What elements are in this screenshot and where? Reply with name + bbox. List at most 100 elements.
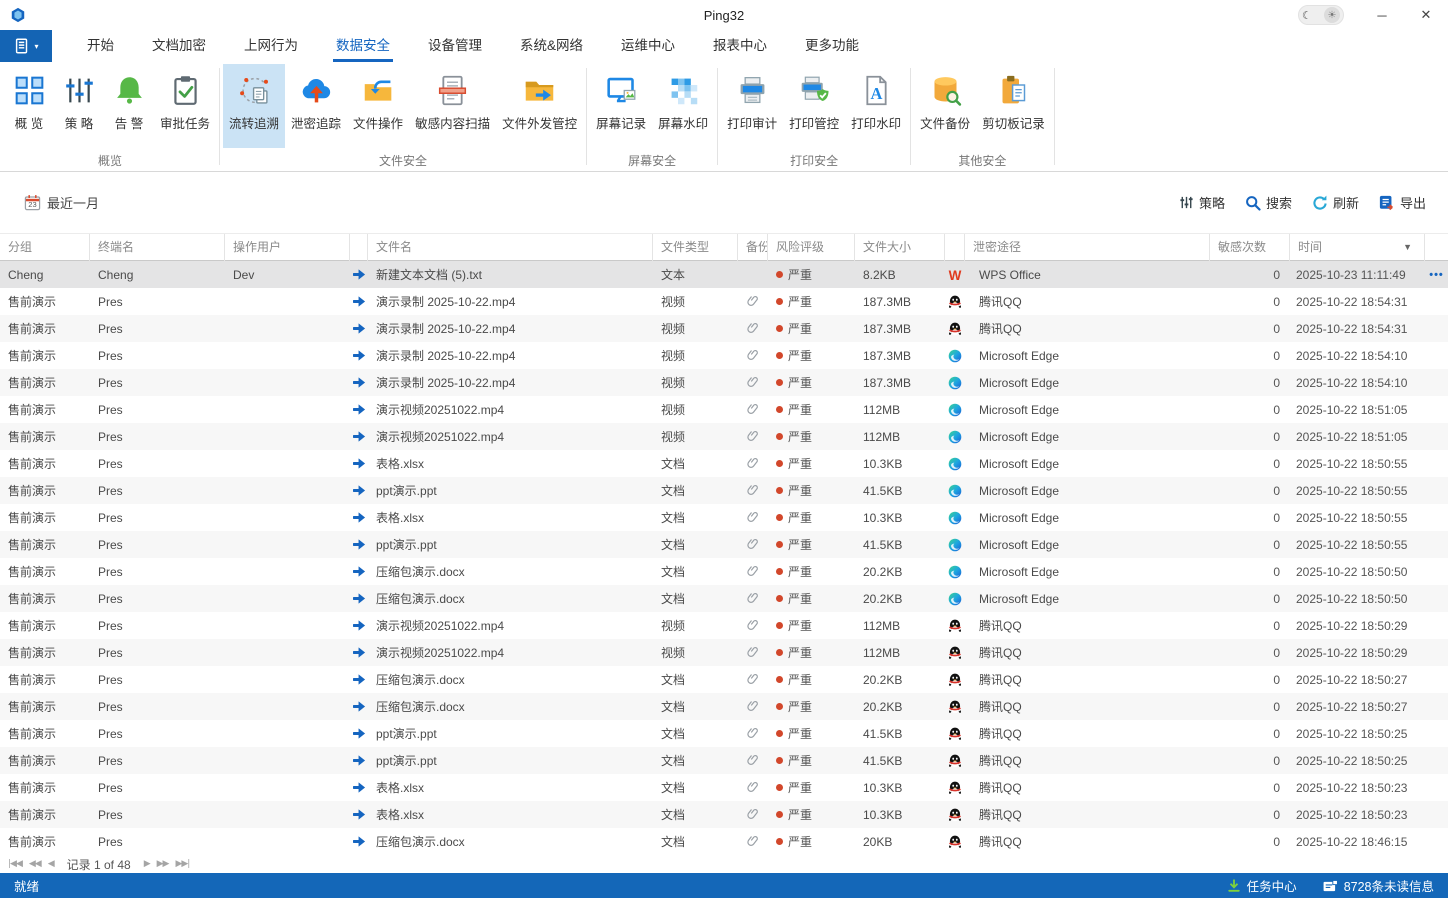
table-row[interactable]: 售前演示 Pres ppt演示.ppt 文档 严重 41.5KB 腾讯QQ 0 2025-10-… bbox=[0, 747, 1448, 774]
ribbon-file-outgoing-control-button[interactable]: 文件外发管控 bbox=[496, 64, 583, 148]
tab-home[interactable]: 开始 bbox=[68, 30, 133, 62]
theme-toggle[interactable]: ☾ ☀ bbox=[1298, 5, 1344, 25]
ribbon-screen-record-button[interactable]: 屏幕记录 bbox=[590, 64, 652, 148]
prev-fast-button[interactable]: ◀◀ bbox=[29, 859, 42, 869]
clipboard-check-icon bbox=[169, 70, 202, 110]
column-header-operator[interactable]: 操作用户 bbox=[225, 234, 350, 261]
column-header-actions[interactable] bbox=[1425, 234, 1448, 261]
table-row[interactable]: 售前演示 Pres ppt演示.ppt 文档 严重 41.5KB Microsoft Edg… bbox=[0, 531, 1448, 558]
cell-app-icon bbox=[945, 511, 965, 525]
tab-ops-center[interactable]: 运维中心 bbox=[602, 30, 694, 62]
table-row[interactable]: 售前演示 Pres 表格.xlsx 文档 严重 10.3KB 腾讯QQ 0 2025-10-22… bbox=[0, 801, 1448, 828]
refresh-button-label: 刷新 bbox=[1332, 196, 1359, 211]
ribbon-alert-button[interactable]: 告 警 bbox=[104, 64, 154, 148]
cell-filename: 新建文本文档 (5).txt bbox=[376, 268, 483, 282]
column-header-group[interactable]: 分组 bbox=[0, 234, 90, 261]
table-row[interactable]: 售前演示 Pres 演示视频20251022.mp4 视频 严重 112MB Microso… bbox=[0, 396, 1448, 423]
cell-filetype: 文档 bbox=[661, 457, 686, 471]
table-row[interactable]: 售前演示 Pres 演示视频20251022.mp4 视频 严重 112MB Microso… bbox=[0, 423, 1448, 450]
ribbon-approval-tasks-button[interactable]: 审批任务 bbox=[154, 64, 216, 148]
ribbon-print-audit-button[interactable]: 打印审计 bbox=[721, 64, 783, 148]
table-row[interactable]: 售前演示 Pres 演示录制 2025-10-22.mp4 视频 严重 187.3MB Mi… bbox=[0, 342, 1448, 369]
ribbon-print-control-button[interactable]: 打印管控 bbox=[783, 64, 845, 148]
cell-channel: Microsoft Edge bbox=[979, 564, 1060, 579]
tab-device-mgmt[interactable]: 设备管理 bbox=[409, 30, 501, 62]
column-header-file-icon[interactable] bbox=[350, 234, 368, 261]
cell-risk: 严重 bbox=[768, 617, 855, 634]
column-header-sensitive-count[interactable]: 敏感次数 bbox=[1210, 234, 1290, 261]
table-row[interactable]: 售前演示 Pres 压缩包演示.docx 文档 严重 20.2KB Microsoft Ed… bbox=[0, 558, 1448, 585]
cell-filesize: 112MB bbox=[863, 429, 901, 444]
ribbon-file-backup-button[interactable]: 文件备份 bbox=[914, 64, 976, 148]
cloud-up-icon bbox=[300, 70, 333, 110]
column-header-backup[interactable]: 备份 bbox=[738, 234, 768, 261]
column-header-time[interactable]: 时间 ▼ bbox=[1290, 234, 1425, 261]
column-header-filetype[interactable]: 文件类型 bbox=[653, 234, 738, 261]
table-row[interactable]: Cheng Cheng Dev 新建文本文档 (5).txt 文本 严重 8.2KB W WPS… bbox=[0, 261, 1448, 288]
prev-page-button[interactable]: ◀ bbox=[48, 859, 55, 869]
ribbon-overview-button[interactable]: 概 览 bbox=[4, 64, 54, 148]
cell-filename: 表格.xlsx bbox=[376, 511, 425, 525]
table-row[interactable]: 售前演示 Pres 压缩包演示.docx 文档 严重 20.2KB Microsoft Ed… bbox=[0, 585, 1448, 612]
ribbon-policy-button[interactable]: 策 略 bbox=[54, 64, 104, 148]
cell-operator: Dev bbox=[233, 267, 255, 282]
column-header-filesize[interactable]: 文件大小 bbox=[855, 234, 945, 261]
table-row[interactable]: 售前演示 Pres ppt演示.ppt 文档 严重 41.5KB 腾讯QQ 0 2025-10-… bbox=[0, 720, 1448, 747]
column-header-filename[interactable]: 文件名 bbox=[368, 234, 653, 261]
table-row[interactable]: 售前演示 Pres 演示视频20251022.mp4 视频 严重 112MB 腾讯QQ 0 20… bbox=[0, 639, 1448, 666]
tab-more-features[interactable]: 更多功能 bbox=[786, 30, 878, 62]
risk-dot bbox=[776, 298, 783, 305]
ribbon-leak-trace-button[interactable]: 泄密追踪 bbox=[285, 64, 347, 148]
column-header-terminal[interactable]: 终端名 bbox=[90, 234, 225, 261]
next-fast-button[interactable]: ▶▶ bbox=[157, 859, 170, 869]
task-center-button[interactable]: 任务中心 bbox=[1227, 876, 1297, 895]
first-page-button[interactable]: |◀◀ bbox=[8, 859, 23, 869]
more-actions-button[interactable]: ••• bbox=[1429, 269, 1444, 281]
tab-data-security[interactable]: 数据安全 bbox=[317, 30, 409, 62]
last-page-button[interactable]: ▶▶| bbox=[175, 859, 190, 869]
table-row[interactable]: 售前演示 Pres 演示录制 2025-10-22.mp4 视频 严重 187.3MB Mi… bbox=[0, 369, 1448, 396]
table-row[interactable]: 售前演示 Pres 表格.xlsx 文档 严重 10.3KB 腾讯QQ 0 2025-10-22… bbox=[0, 774, 1448, 801]
filter-caret-icon[interactable]: ▼ bbox=[1403, 234, 1412, 261]
table-row[interactable]: 售前演示 Pres 压缩包演示.docx 文档 严重 20KB 腾讯QQ 0 2025-10-2… bbox=[0, 828, 1448, 855]
ribbon-sensitive-scan-button[interactable]: 敏感内容扫描 bbox=[409, 64, 496, 148]
folder-return-icon bbox=[362, 70, 395, 110]
close-button[interactable]: ✕ bbox=[1404, 0, 1448, 30]
ribbon-clipboard-record-button[interactable]: 剪切板记录 bbox=[976, 64, 1051, 148]
table-row[interactable]: 售前演示 Pres 表格.xlsx 文档 严重 10.3KB Microsoft Edge 0… bbox=[0, 504, 1448, 531]
table-row[interactable]: 售前演示 Pres ppt演示.ppt 文档 严重 41.5KB Microsoft Edg… bbox=[0, 477, 1448, 504]
cell-filename: 演示录制 2025-10-22.mp4 bbox=[376, 295, 516, 309]
tab-report-center[interactable]: 报表中心 bbox=[694, 30, 786, 62]
ribbon-print-watermark-button[interactable]: A 打印水印 bbox=[845, 64, 907, 148]
tab-doc-encrypt[interactable]: 文档加密 bbox=[133, 30, 225, 62]
search-button[interactable]: 搜索 bbox=[1245, 193, 1292, 212]
export-button[interactable]: 导出 bbox=[1379, 193, 1426, 212]
column-header-channel[interactable]: 泄密途径 bbox=[965, 234, 1210, 261]
table-row[interactable]: 售前演示 Pres 表格.xlsx 文档 严重 10.3KB Microsoft Edge 0… bbox=[0, 450, 1448, 477]
date-range-filter[interactable]: 23 最近一月 bbox=[24, 193, 99, 212]
minimize-button[interactable]: ─ bbox=[1360, 0, 1404, 30]
ribbon-item-label: 打印审计 bbox=[727, 117, 778, 131]
cell-filesize: 20KB bbox=[863, 834, 893, 849]
table-row[interactable]: 售前演示 Pres 演示视频20251022.mp4 视频 严重 112MB 腾讯QQ 0 20… bbox=[0, 612, 1448, 639]
table-row[interactable]: 售前演示 Pres 压缩包演示.docx 文档 严重 20.2KB 腾讯QQ 0 2025-10… bbox=[0, 693, 1448, 720]
tab-system-network[interactable]: 系统&网络 bbox=[501, 30, 602, 62]
cell-file-direction bbox=[350, 781, 368, 794]
unread-messages-button[interactable]: 8728条未读信息 bbox=[1323, 876, 1434, 895]
table-row[interactable]: 售前演示 Pres 压缩包演示.docx 文档 严重 20.2KB 腾讯QQ 0 2025-10… bbox=[0, 666, 1448, 693]
ribbon-file-operations-button[interactable]: 文件操作 bbox=[347, 64, 409, 148]
column-header-app-icon[interactable] bbox=[945, 234, 965, 261]
ribbon-flow-trace-button[interactable]: 流转追溯 bbox=[223, 64, 286, 148]
next-page-button[interactable]: ▶ bbox=[144, 859, 151, 869]
tab-web-behavior[interactable]: 上网行为 bbox=[225, 30, 317, 62]
qq-icon bbox=[948, 322, 962, 336]
cell-risk: 严重 bbox=[768, 536, 855, 553]
app-menu-button[interactable]: ▾ bbox=[0, 30, 52, 62]
refresh-button[interactable]: 刷新 bbox=[1312, 193, 1359, 212]
table-row[interactable]: 售前演示 Pres 演示录制 2025-10-22.mp4 视频 严重 187.3MB 腾讯… bbox=[0, 288, 1448, 315]
policy-button[interactable]: 策略 bbox=[1179, 193, 1225, 212]
table-row[interactable]: 售前演示 Pres 演示录制 2025-10-22.mp4 视频 严重 187.3MB 腾讯… bbox=[0, 315, 1448, 342]
column-header-risk[interactable]: 风险评级 bbox=[768, 234, 855, 261]
ribbon-screen-watermark-button[interactable]: 屏幕水印 bbox=[652, 64, 714, 148]
cell-channel: Microsoft Edge bbox=[979, 348, 1060, 363]
